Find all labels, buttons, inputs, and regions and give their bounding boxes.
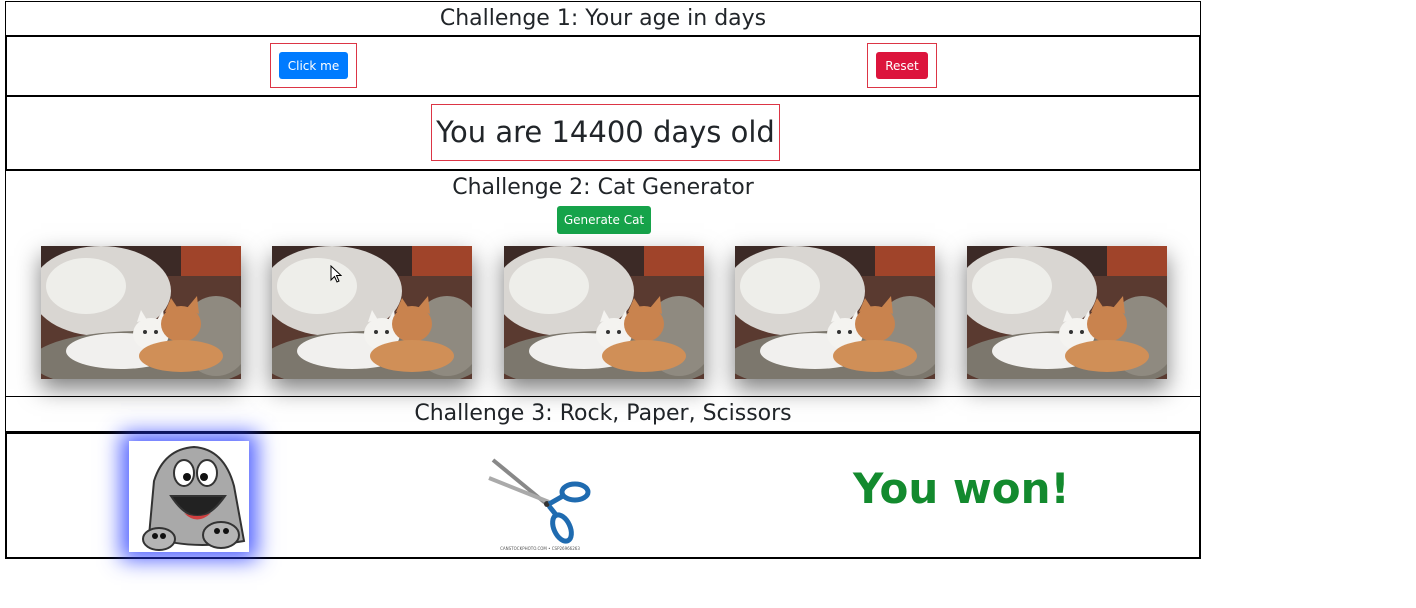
challenge-3-title: Challenge 3: Rock, Paper, Scissors: [5, 397, 1201, 432]
cat-image: [272, 246, 472, 379]
reset-button[interactable]: Reset: [876, 52, 928, 79]
cat-image: [41, 246, 241, 379]
rock-icon: [129, 441, 249, 552]
click-me-button[interactable]: Click me: [279, 52, 348, 79]
page-container: Challenge 1: Your age in days Click me R…: [5, 1, 1201, 559]
challenge-2-title: Challenge 2: Cat Generator: [452, 175, 754, 200]
cat-photo-icon: [967, 246, 1167, 379]
cat-photo-icon: [41, 246, 241, 379]
cat-image-row: [6, 246, 1200, 380]
scissors-caption: CANSTOCKPHOTO.COM • CSP26966263: [500, 546, 580, 551]
generate-cat-button[interactable]: Generate Cat: [557, 206, 651, 234]
mouse-cursor-icon: [330, 265, 342, 283]
cat-image: [967, 246, 1167, 379]
challenge-1-result-row: You are 14400 days old: [5, 97, 1201, 171]
challenge-3-result-row: CANSTOCKPHOTO.COM • CSP26966263 You won!: [5, 432, 1201, 559]
cat-image: [504, 246, 704, 379]
bot-choice-scissors-image: CANSTOCKPHOTO.COM • CSP26966263: [487, 456, 593, 552]
click-button-container: Click me: [270, 43, 357, 88]
challenge-1-button-row: Click me Reset: [5, 35, 1201, 97]
challenge-2-section: Challenge 2: Cat Generator Generate Cat: [5, 171, 1201, 397]
cat-photo-icon: [504, 246, 704, 379]
age-result-text: You are 14400 days old: [431, 104, 780, 161]
scissors-icon: [488, 458, 591, 544]
game-result-text: You won!: [853, 464, 1070, 513]
cat-photo-icon: [272, 246, 472, 379]
cat-image: [735, 246, 935, 379]
cat-photo-icon: [735, 246, 935, 379]
reset-button-container: Reset: [867, 43, 937, 88]
human-choice-rock-image: [129, 441, 249, 552]
challenge-1-title: Challenge 1: Your age in days: [5, 1, 1201, 35]
